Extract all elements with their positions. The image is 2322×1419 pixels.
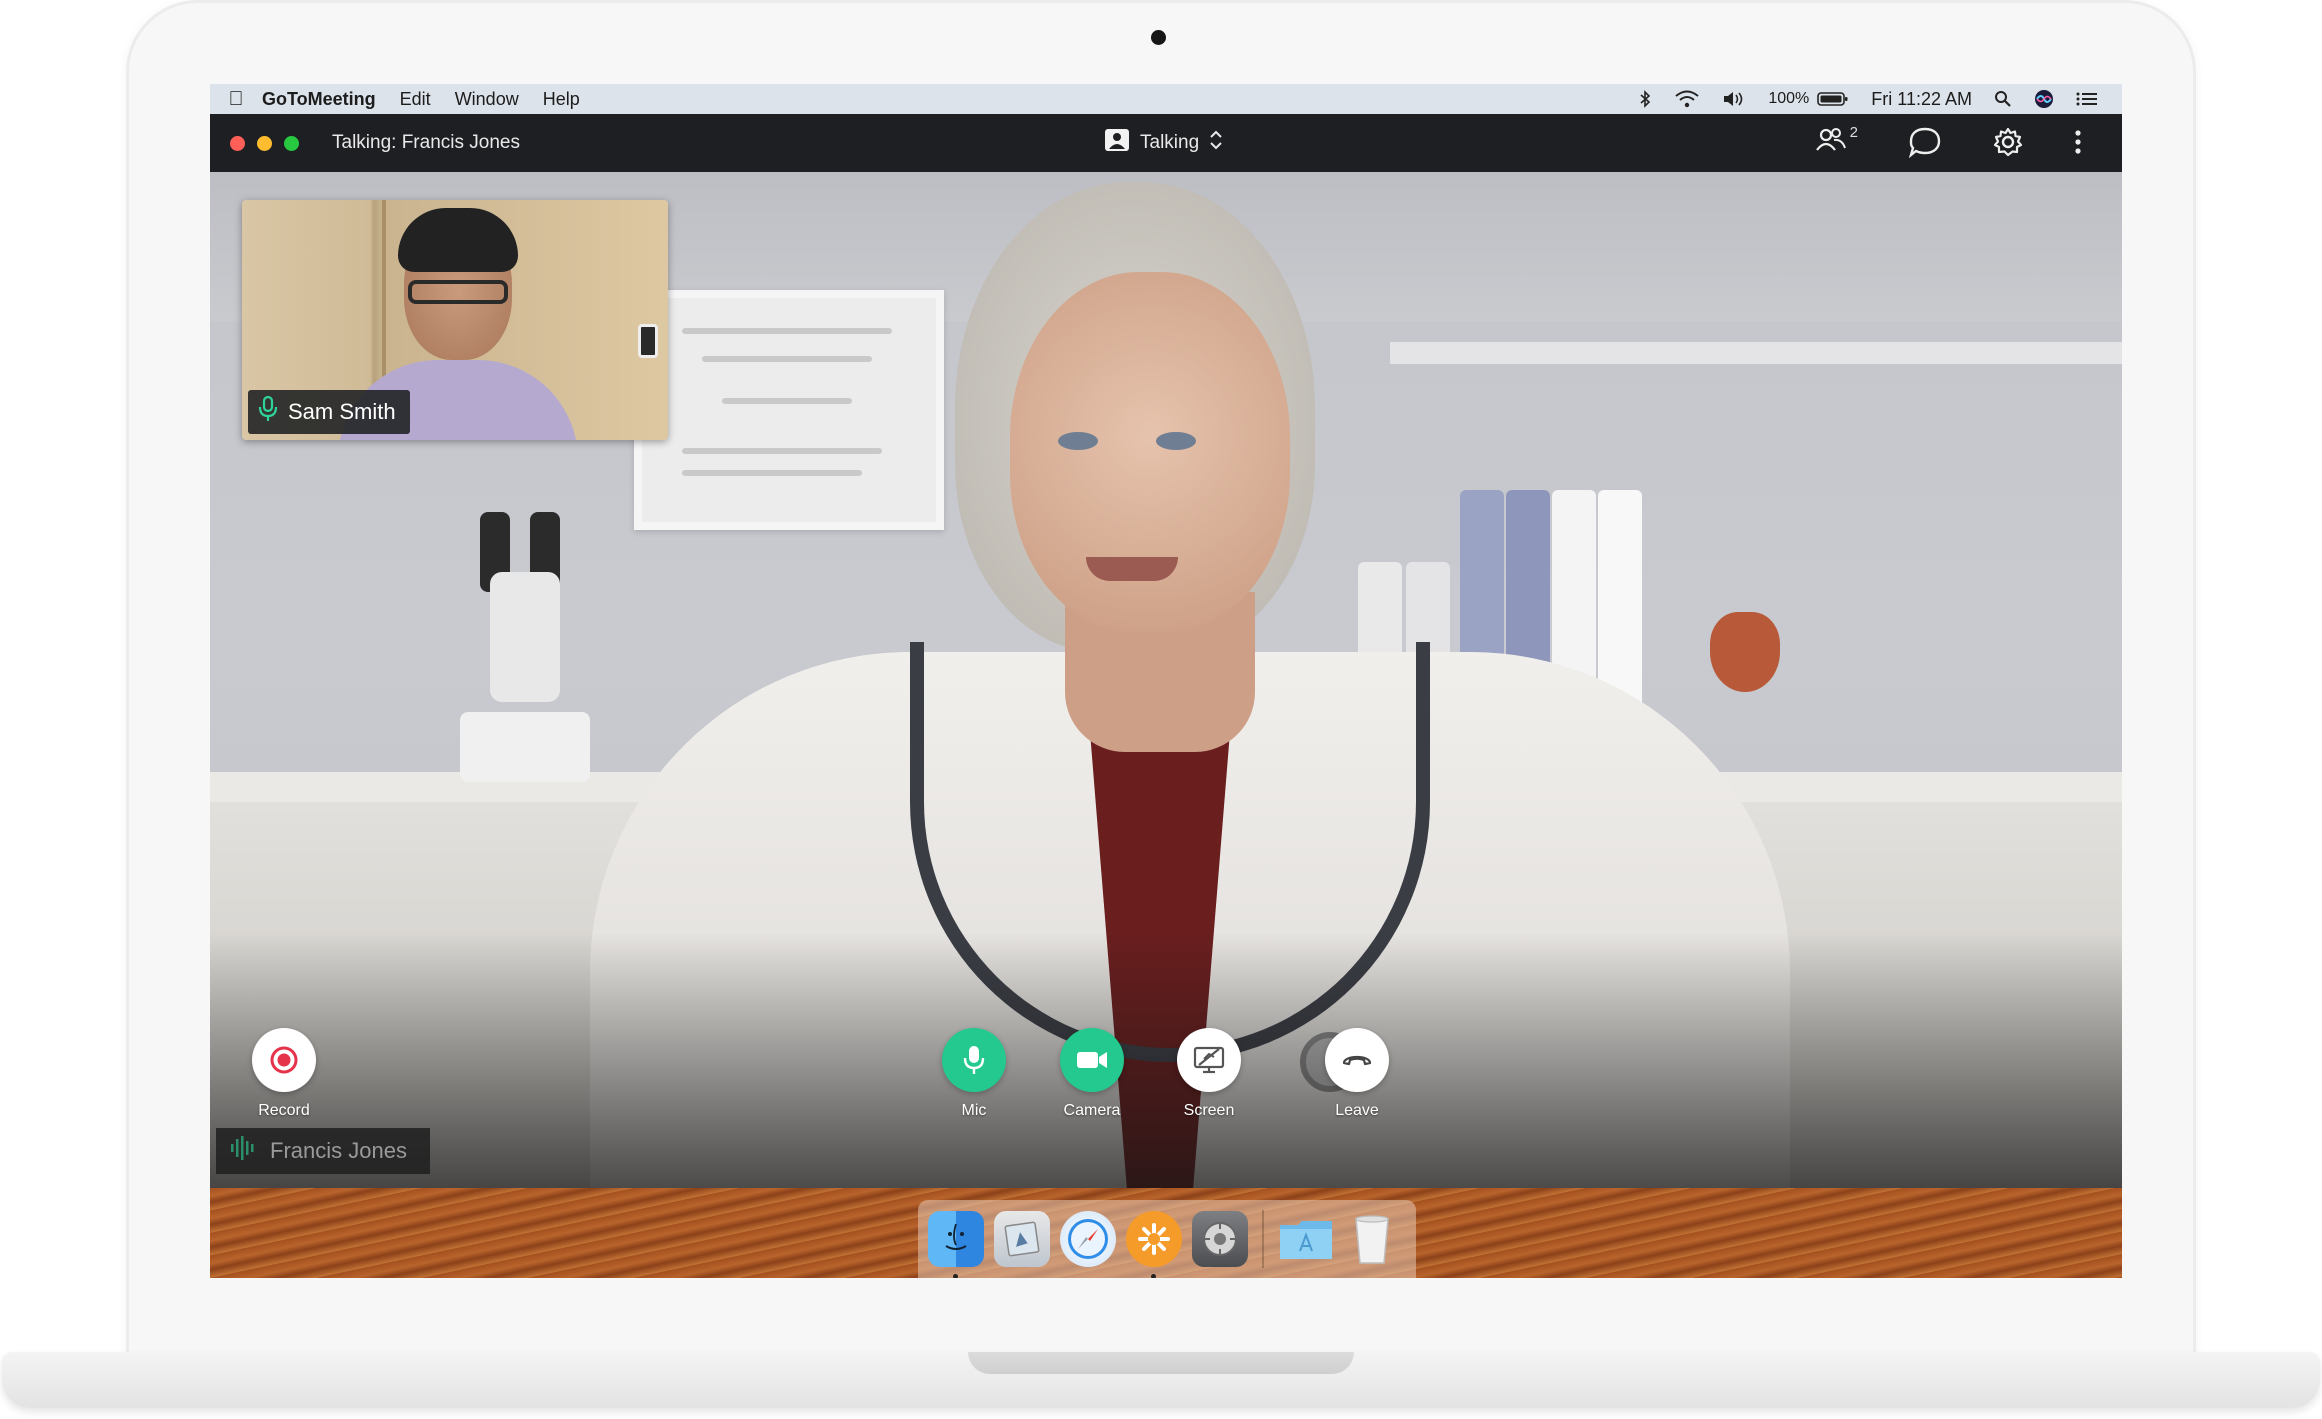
applications-folder-icon[interactable] (1278, 1211, 1334, 1267)
menu-app-name[interactable]: GoToMeeting (262, 89, 376, 110)
siri-icon[interactable] (2034, 89, 2054, 109)
dock (918, 1200, 1416, 1278)
doctor-mouth (1086, 557, 1178, 581)
finder-icon[interactable] (928, 1211, 984, 1278)
record-label: Record (258, 1102, 310, 1119)
titlebar-actions: 2 (1814, 124, 2082, 160)
close-window-button[interactable] (230, 136, 245, 151)
menu-bar:  GoToMeeting Edit Window Help 100% Fri … (210, 84, 2122, 114)
video-microscope (460, 512, 610, 782)
view-mode-label: Talking (1140, 132, 1200, 153)
screen-share-button[interactable] (1177, 1028, 1241, 1092)
laptop-notch (968, 1352, 1354, 1374)
video-heart-model (1710, 612, 1780, 692)
leave-label: Leave (1335, 1102, 1379, 1119)
participants-icon (1814, 124, 1848, 160)
video-shelf (1390, 342, 2122, 364)
window-controls (230, 136, 299, 151)
battery-percent: 100% (1768, 90, 1810, 107)
controls-gradient (210, 932, 2122, 1188)
chevron-updown-icon (1209, 129, 1223, 157)
wifi-icon[interactable] (1674, 90, 1700, 108)
doctor-eye (1156, 432, 1196, 450)
active-speaker-name: Francis Jones (270, 1138, 407, 1163)
battery-icon[interactable] (1817, 91, 1849, 107)
talking-status: Talking: Francis Jones (332, 132, 520, 153)
bluetooth-icon[interactable] (1638, 90, 1652, 108)
screen:  GoToMeeting Edit Window Help 100% Fri … (210, 84, 2122, 1278)
dock-separator (1262, 1210, 1264, 1268)
camera-label: Camera (1063, 1102, 1121, 1119)
wall-switch (638, 324, 658, 358)
mic-label: Mic (961, 1102, 987, 1119)
audio-waveform-icon (230, 1135, 258, 1167)
mic-control[interactable]: Mic (934, 1028, 1014, 1120)
camera-control[interactable]: Camera (1052, 1028, 1132, 1120)
fullscreen-window-button[interactable] (284, 136, 299, 151)
more-options-icon[interactable] (2074, 128, 2082, 156)
menu-edit[interactable]: Edit (400, 89, 431, 110)
apple-menu-icon[interactable]:  (210, 88, 262, 111)
menu-help[interactable]: Help (543, 89, 580, 110)
video-diploma-frame (634, 290, 944, 530)
view-mode-selector[interactable]: Talking (1104, 128, 1223, 158)
sam-hair (398, 208, 518, 272)
preview-icon[interactable] (994, 1211, 1050, 1267)
sam-glasses (408, 280, 508, 304)
safari-icon[interactable] (1060, 1211, 1116, 1267)
mic-button[interactable] (942, 1028, 1006, 1092)
menu-clock[interactable]: Fri 11:22 AM (1871, 89, 1972, 110)
spotlight-search-icon[interactable] (1994, 90, 2012, 108)
minimize-window-button[interactable] (257, 136, 272, 151)
self-view-thumbnail[interactable]: Sam Smith (242, 200, 668, 440)
system-preferences-icon[interactable] (1192, 1211, 1248, 1267)
camera-button[interactable] (1060, 1028, 1124, 1092)
menu-window[interactable]: Window (455, 89, 519, 110)
participants-count: 2 (1849, 124, 1858, 141)
person-view-icon (1104, 128, 1130, 158)
menu-bar-extras: 100% Fri 11:22 AM (1638, 84, 2098, 114)
screen-control[interactable]: Screen (1169, 1028, 1249, 1120)
window-title-bar: Talking: Francis Jones Talking 2 (210, 114, 2122, 172)
self-view-name-tag: Sam Smith (248, 390, 410, 434)
notification-center-icon[interactable] (2076, 91, 2098, 107)
active-speaker-tag: Francis Jones (216, 1128, 430, 1174)
settings-gear-icon[interactable] (1992, 126, 2024, 158)
microphone-icon (258, 395, 278, 429)
record-control[interactable]: Record (244, 1028, 324, 1120)
volume-icon[interactable] (1722, 90, 1746, 108)
leave-button[interactable] (1325, 1028, 1389, 1092)
self-view-name: Sam Smith (288, 399, 396, 424)
gotomeeting-icon[interactable] (1126, 1211, 1182, 1278)
record-button[interactable] (252, 1028, 316, 1092)
participants-button[interactable]: 2 (1814, 124, 1858, 160)
doctor-eye (1058, 432, 1098, 450)
trash-icon[interactable] (1344, 1211, 1400, 1267)
chat-icon[interactable] (1908, 126, 1942, 158)
leave-control[interactable]: Leave (1317, 1028, 1397, 1120)
screen-label: Screen (1183, 1102, 1235, 1119)
webcam-dot (1151, 30, 1166, 45)
